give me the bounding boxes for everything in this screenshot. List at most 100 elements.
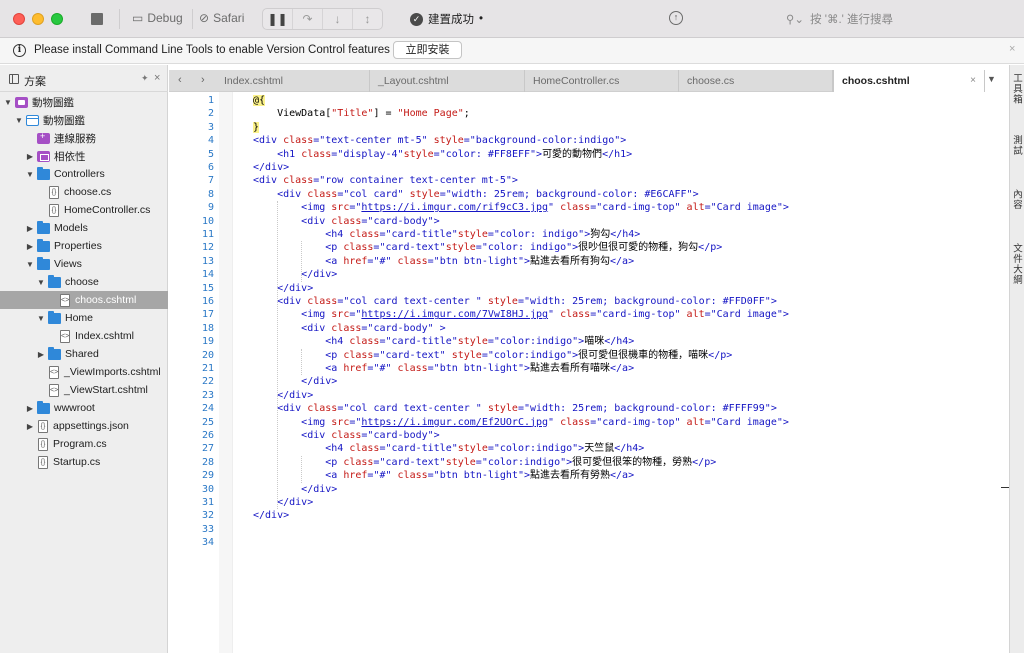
tab-back-chevron-icon[interactable]: ‹ — [178, 74, 182, 86]
editor-tab[interactable]: choose.cs — [679, 70, 833, 92]
right-pad-tab[interactable]: 工具箱 — [1011, 73, 1023, 105]
solution-tree-item[interactable]: ▶ wwwroot — [0, 399, 168, 417]
minimize-window-button[interactable] — [32, 13, 44, 25]
editor-tab[interactable]: _Layout.cshtml — [370, 70, 525, 92]
code-token: 狗勾 — [590, 229, 611, 240]
collapsed-caret-icon[interactable]: ▶ — [25, 404, 35, 413]
solution-tree-item[interactable]: HomeController.cs — [0, 201, 168, 219]
status-up-arrow-icon[interactable]: ↑ — [669, 11, 683, 25]
scroll-position-marker — [1001, 487, 1009, 488]
code-line[interactable]: <img src="https://i.imgur.com/rif9cC3.jp… — [253, 201, 789, 214]
search-field[interactable]: ⚲⌄ 按 '⌘.' 進行搜尋 — [786, 11, 893, 27]
code-line[interactable]: <h4 class="card-title"style="color: indi… — [253, 228, 640, 241]
code-line[interactable]: </div> — [253, 496, 313, 509]
solution-tree-item[interactable]: ▼ Home — [0, 309, 168, 327]
code-line[interactable]: <a href="#" class="btn btn-light">點進去看所有… — [253, 362, 634, 375]
solution-tree-item[interactable]: ▼ 動物圖鑑 — [0, 93, 168, 111]
expanded-caret-icon[interactable]: ▼ — [14, 116, 24, 125]
code-editor[interactable]: 1 2 3 4 5 6 7 8 9 10 11 12 13 14 15 16 17 18 19 20 21 22 23 24 2… — [169, 92, 1009, 653]
run-device-selector[interactable]: ⊘ Safari — [199, 11, 244, 25]
step-out-button[interactable]: ↕ — [353, 9, 382, 29]
solution-tree-item[interactable]: 連線服務 — [0, 129, 168, 147]
expanded-caret-icon[interactable]: ▼ — [25, 260, 35, 269]
collapsed-caret-icon[interactable]: ▶ — [25, 224, 35, 233]
expanded-caret-icon[interactable]: ▼ — [25, 170, 35, 179]
pin-icon[interactable]: ✦ — [141, 73, 149, 84]
line-number: 9 — [207, 202, 214, 214]
solution-tree-item[interactable]: ▶ Models — [0, 219, 168, 237]
code-line[interactable]: <h4 class="card-title"style="color:indig… — [253, 335, 634, 348]
code-line[interactable]: <div class="card-body"> — [253, 215, 440, 228]
right-pad-tab[interactable]: 測試 — [1011, 135, 1023, 156]
run-configuration-selector[interactable]: ▭ Debug — [132, 11, 183, 25]
editor-tab[interactable]: HomeController.cs — [525, 70, 679, 92]
code-line[interactable]: <a href="#" class="btn btn-light">點進去看所有… — [253, 255, 634, 268]
code-line[interactable]: </div> — [253, 375, 337, 388]
code-line[interactable]: <img src="https://i.imgur.com/Ef2UOrC.jp… — [253, 416, 789, 429]
code-line[interactable]: </div> — [253, 483, 337, 496]
right-pad-tab[interactable]: 內容 — [1011, 189, 1023, 210]
code-token: alt — [686, 309, 705, 321]
collapsed-caret-icon[interactable]: ▶ — [36, 350, 46, 359]
solution-tree-item[interactable]: Index.cshtml — [0, 327, 168, 345]
solution-tree-item[interactable]: ▶ appsettings.json — [0, 417, 168, 435]
solution-tree-item[interactable]: ▼ Views — [0, 255, 168, 273]
code-line[interactable]: <div class="text-center mt-5" style="bac… — [253, 134, 626, 147]
solution-tree-item[interactable]: ▼ 動物圖鑑 — [0, 111, 168, 129]
collapsed-caret-icon[interactable]: ▶ — [25, 152, 35, 161]
tab-list-chevron-down-icon[interactable]: ▼ — [987, 74, 996, 84]
code-line[interactable]: <a href="#" class="btn btn-light">點進去看所有… — [253, 469, 634, 482]
code-line[interactable]: </div> — [253, 509, 289, 522]
code-line[interactable]: <img src="https://i.imgur.com/7VwI8HJ.jp… — [253, 308, 789, 321]
code-line[interactable]: <p class="card-text"style="color:indigo"… — [253, 456, 716, 469]
step-over-button[interactable]: ↷ — [293, 9, 323, 29]
collapsed-caret-icon[interactable]: ▶ — [25, 422, 35, 431]
solution-tree-item[interactable]: ▼ choose — [0, 273, 168, 291]
solution-tree-item[interactable]: ▼ Controllers — [0, 165, 168, 183]
editor-tab[interactable]: choos.cshtml × — [833, 70, 985, 92]
code-line[interactable]: <p class="card-text"style="color: indigo… — [253, 241, 722, 254]
solution-tree-item[interactable]: Startup.cs — [0, 453, 168, 471]
code-line[interactable]: <div class="card-body"> — [253, 429, 440, 442]
code-line[interactable]: <p class="card-text" style="color:indigo… — [253, 349, 732, 362]
close-tab-icon[interactable]: × — [970, 70, 976, 92]
tab-forward-chevron-icon[interactable]: › — [201, 74, 205, 86]
solution-tree-item[interactable]: _ViewStart.cshtml — [0, 381, 168, 399]
code-line[interactable]: </div> — [253, 389, 313, 402]
step-into-button[interactable]: ↓ — [323, 9, 353, 29]
pause-button[interactable]: ❚❚ — [263, 9, 293, 29]
code-line[interactable]: </div> — [253, 161, 289, 174]
right-pad-tab[interactable]: 文件大綱 — [1011, 243, 1023, 285]
solution-tree-item[interactable]: Program.cs — [0, 435, 168, 453]
code-line[interactable]: <h1 class="display-4"style="color: #FF8E… — [253, 148, 632, 161]
code-line[interactable]: <div class="col card" style="width: 25re… — [253, 188, 699, 201]
code-line[interactable]: <div class="card-body" > — [253, 322, 446, 335]
fold-margin[interactable] — [219, 92, 233, 653]
expanded-caret-icon[interactable]: ▼ — [36, 314, 46, 323]
code-line[interactable]: <div class="col card text-center " style… — [253, 402, 777, 415]
solution-tree-item[interactable]: _ViewImports.cshtml — [0, 363, 168, 381]
solution-tree-item[interactable]: ▶ Properties — [0, 237, 168, 255]
install-now-button[interactable]: 立即安裝 — [393, 41, 462, 59]
code-line[interactable]: ViewData["Title"] = "Home Page"; — [253, 107, 470, 120]
code-line[interactable]: } — [253, 121, 260, 134]
close-pad-icon[interactable]: × — [154, 72, 160, 84]
close-window-button[interactable] — [13, 13, 25, 25]
solution-tree-item[interactable]: choose.cs — [0, 183, 168, 201]
solution-tree-item[interactable]: ▶ Shared — [0, 345, 168, 363]
code-line[interactable]: <div class="col card text-center " style… — [253, 295, 777, 308]
editor-tab[interactable]: Index.cshtml — [216, 70, 370, 92]
zoom-window-button[interactable] — [51, 13, 63, 25]
close-notification-icon[interactable]: × — [1009, 43, 1015, 55]
code-line[interactable]: </div> — [253, 282, 313, 295]
expanded-caret-icon[interactable]: ▼ — [36, 278, 46, 287]
expanded-caret-icon[interactable]: ▼ — [3, 98, 13, 107]
collapsed-caret-icon[interactable]: ▶ — [25, 242, 35, 251]
solution-tree-item[interactable]: ▶ 相依性 — [0, 147, 168, 165]
stop-button[interactable] — [91, 13, 103, 25]
code-line[interactable]: @{ — [253, 94, 266, 107]
code-line[interactable]: </div> — [253, 268, 337, 281]
solution-tree-item[interactable]: choos.cshtml — [0, 291, 168, 309]
code-line[interactable]: <div class="row container text-center mt… — [253, 174, 518, 187]
code-line[interactable]: <h4 class="card-title"style="color:indig… — [253, 442, 644, 455]
